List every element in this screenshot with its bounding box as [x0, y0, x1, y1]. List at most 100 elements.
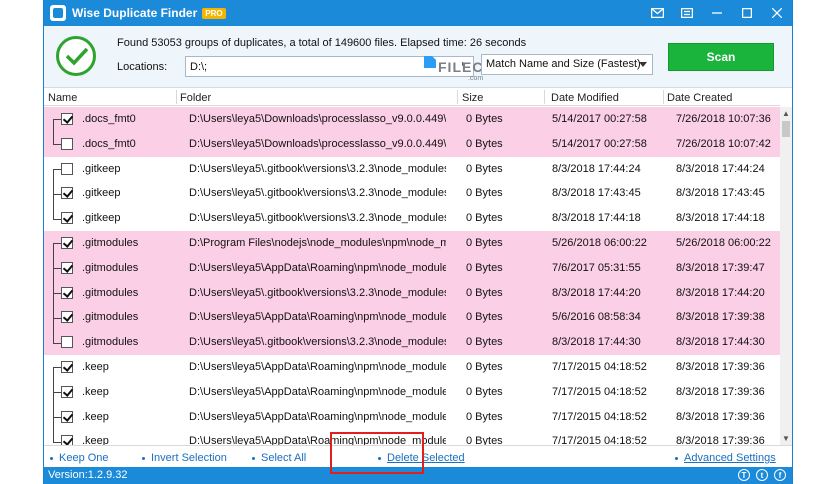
table-row[interactable]: .docs_fmt0 D:\Users\leya5\Downloads\proce… [44, 131, 780, 157]
table-row[interactable]: .gitmodules D:\Users\leya5\AppData\Roamin… [44, 255, 780, 281]
folder-path: D:\Users\leya5\.gitbook\versions\3.2.3\n… [189, 187, 446, 200]
date-modified: 8/3/2018 17:44:18 [552, 212, 641, 225]
match-mode-select[interactable]: Match Name and Size (Fastest) [481, 54, 653, 75]
table-row[interactable]: .gitkeep D:\Users\leya5\.gitbook\versions… [44, 206, 780, 231]
file-name: .docs_fmt0 [82, 113, 136, 125]
facebook-icon[interactable]: f [774, 469, 786, 481]
col-date-created[interactable]: Date Created [667, 92, 732, 104]
advanced-settings-link[interactable]: Advanced Settings [675, 452, 776, 464]
group-bracket-tick [53, 218, 61, 220]
date-created: 8/3/2018 17:39:47 [676, 261, 765, 274]
scroll-thumb[interactable] [782, 121, 790, 137]
file-name: .gitmodules [82, 237, 139, 249]
folder-path: D:\Users\leya5\.gitbook\versions\3.2.3\n… [189, 162, 446, 175]
file-name: .gitkeep [82, 187, 121, 200]
file-size: 0 Bytes [466, 410, 503, 423]
group-bracket-tick [53, 342, 61, 344]
scan-button[interactable]: Scan [668, 43, 774, 71]
date-modified: 7/17/2015 04:18:52 [552, 361, 647, 373]
file-name: .gitmodules [82, 311, 139, 324]
date-modified: 5/14/2017 00:27:58 [552, 113, 647, 125]
table-row[interactable]: .keep D:\Users\leya5\AppData\Roaming\npm\… [44, 355, 780, 380]
file-size: 0 Bytes [466, 162, 503, 175]
group-bracket-tick [53, 441, 61, 443]
folder-path: D:\Users\leya5\Downloads\processlasso_v9… [189, 113, 446, 125]
date-created: 8/3/2018 17:39:36 [676, 435, 765, 445]
file-name: .keep [82, 410, 109, 423]
scroll-up-icon[interactable]: ▲ [782, 109, 790, 118]
row-checkbox[interactable] [61, 137, 73, 150]
file-size: 0 Bytes [466, 212, 503, 225]
date-created: 7/26/2018 10:07:42 [676, 137, 771, 150]
group-bracket [53, 367, 61, 442]
row-checkbox[interactable] [61, 286, 73, 299]
table-row[interactable]: .gitmodules D:\Users\leya5\.gitbook\versi… [44, 330, 780, 355]
date-created: 8/3/2018 17:44:30 [676, 336, 765, 349]
date-modified: 7/6/2017 05:31:55 [552, 261, 641, 274]
filecr-logo-icon [424, 56, 436, 68]
group-bracket-tick [53, 193, 61, 195]
table-row[interactable]: .docs_fmt0 D:\Users\leya5\Downloads\proce… [44, 107, 780, 132]
file-size: 0 Bytes [466, 261, 503, 274]
date-modified: 8/3/2018 17:44:24 [552, 162, 641, 175]
group-bracket-tick [53, 367, 61, 369]
file-name: .docs_fmt0 [82, 137, 136, 150]
file-size: 0 Bytes [466, 237, 503, 249]
vertical-scrollbar[interactable]: ▲ ▼ [780, 107, 792, 445]
date-created: 8/3/2018 17:43:45 [676, 187, 765, 200]
menu-icon[interactable] [672, 0, 702, 26]
col-size[interactable]: Size [462, 92, 483, 104]
close-icon[interactable] [762, 0, 792, 26]
row-checkbox[interactable] [61, 212, 73, 225]
row-checkbox[interactable] [61, 336, 73, 349]
date-modified: 7/17/2015 04:18:52 [552, 385, 647, 398]
file-size: 0 Bytes [466, 385, 503, 398]
col-date-modified[interactable]: Date Modified [551, 92, 619, 104]
mail-icon[interactable] [642, 0, 672, 26]
watermark-subtext: .com [468, 75, 484, 82]
select-all-link[interactable]: Select All [252, 452, 306, 464]
group-bracket-tick [53, 317, 61, 319]
scroll-down-icon[interactable]: ▼ [782, 434, 790, 443]
maximize-icon[interactable] [732, 0, 762, 26]
file-size: 0 Bytes [466, 311, 503, 324]
row-checkbox[interactable] [61, 435, 73, 445]
row-checkbox[interactable] [61, 361, 73, 373]
file-name: .gitkeep [82, 162, 121, 175]
table-row[interactable]: .keep D:\Users\leya5\AppData\Roaming\npm\… [44, 380, 780, 405]
row-checkbox[interactable] [61, 162, 73, 175]
date-created: 8/3/2018 17:39:36 [676, 361, 765, 373]
table-row[interactable]: .gitmodules D:\Users\leya5\AppData\Roamin… [44, 305, 780, 331]
table-row[interactable]: .gitmodules D:\Program Files\nodejs\node_… [44, 231, 780, 256]
date-modified: 7/17/2015 04:18:52 [552, 410, 647, 423]
group-bracket-tick [53, 417, 61, 418]
invert-selection-link[interactable]: Invert Selection [142, 452, 227, 464]
row-checkbox[interactable] [61, 187, 73, 200]
scan-summary: Found 53053 groups of duplicates, a tota… [117, 37, 527, 49]
row-checkbox[interactable] [61, 385, 73, 398]
table-row[interactable]: .gitkeep D:\Users\leya5\.gitbook\versions… [44, 157, 780, 182]
row-checkbox[interactable] [61, 261, 73, 274]
success-check-icon [56, 36, 96, 76]
group-bracket-tick [53, 392, 61, 394]
table-row[interactable]: .keep D:\Users\leya5\AppData\Roaming\npm\… [44, 405, 780, 430]
col-folder[interactable]: Folder [180, 92, 211, 104]
row-checkbox[interactable] [61, 410, 73, 423]
folder-path: D:\Users\leya5\.gitbook\versions\3.2.3\n… [189, 212, 446, 225]
row-checkbox[interactable] [61, 311, 73, 324]
match-mode-value: Match Name and Size (Fastest) [486, 58, 641, 70]
row-checkbox[interactable] [61, 113, 73, 125]
row-checkbox[interactable] [61, 237, 73, 249]
table-row[interactable]: .gitmodules D:\Users\leya5\.gitbook\versi… [44, 280, 780, 306]
group-bracket-tick [53, 293, 61, 294]
table-row[interactable]: .gitkeep D:\Users\leya5\.gitbook\versions… [44, 181, 780, 206]
date-created: 5/26/2018 06:00:22 [676, 237, 771, 249]
minimize-icon[interactable] [702, 0, 732, 26]
col-name[interactable]: Name [48, 92, 77, 104]
folder-path: D:\Users\leya5\Downloads\processlasso_v9… [189, 137, 446, 150]
column-header: Name Folder Size Date Modified Date Crea… [44, 88, 780, 106]
twitter-icon[interactable]: t [756, 469, 768, 481]
date-created: 8/3/2018 17:39:38 [676, 311, 765, 324]
keep-one-link[interactable]: Keep One [50, 452, 109, 464]
rate-icon[interactable]: T [738, 469, 750, 481]
